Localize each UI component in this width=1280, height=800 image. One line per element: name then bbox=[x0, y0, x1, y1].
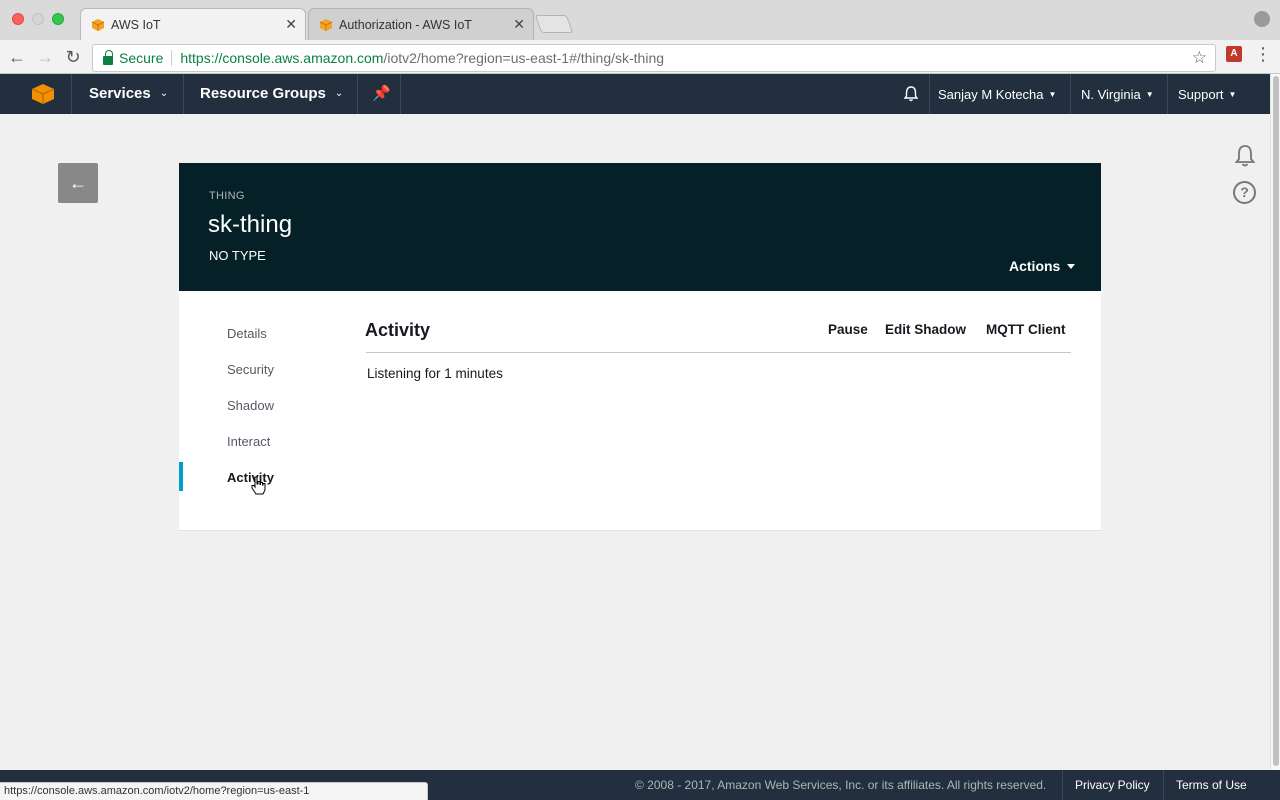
listening-status: Listening for 1 minutes bbox=[367, 366, 503, 381]
browser-tab-title: AWS IoT bbox=[111, 17, 161, 32]
actions-label: Actions bbox=[1009, 258, 1061, 274]
region-name: N. Virginia bbox=[1081, 87, 1141, 102]
support-menu[interactable]: Support ▼ bbox=[1178, 87, 1236, 102]
aws-cube-logo-icon[interactable] bbox=[31, 83, 55, 105]
thing-type-label: NO TYPE bbox=[209, 248, 266, 263]
url-path: /iotv2/home?region=us-east-1#/thing/sk-t… bbox=[383, 50, 665, 66]
section-title: Activity bbox=[365, 320, 431, 340]
region-menu[interactable]: N. Virginia ▼ bbox=[1081, 87, 1154, 102]
account-name: Sanjay M Kotecha bbox=[938, 87, 1044, 102]
window-maximize-button[interactable] bbox=[52, 13, 64, 25]
nav-divider bbox=[71, 74, 72, 114]
mqtt-client-button[interactable]: MQTT Client bbox=[986, 322, 1066, 337]
page-scrollbar[interactable] bbox=[1270, 74, 1280, 770]
close-icon[interactable]: ✕ bbox=[285, 16, 297, 33]
browser-tab-title: Authorization - AWS IoT bbox=[339, 17, 472, 32]
chevron-down-icon: ⌄ bbox=[334, 88, 344, 99]
edit-shadow-button[interactable]: Edit Shadow bbox=[885, 322, 966, 337]
thing-detail-panel: Details Security Shadow Interact Activit… bbox=[179, 291, 1101, 531]
browser-tab-aws-iot[interactable]: AWS IoT ✕ bbox=[80, 8, 306, 40]
scrollbar-thumb[interactable] bbox=[1273, 76, 1279, 766]
reload-icon[interactable]: ↻ bbox=[62, 46, 84, 68]
pdf-extension-icon[interactable]: A bbox=[1226, 46, 1242, 62]
forward-arrow-icon[interactable]: → bbox=[34, 46, 56, 68]
thing-kind-label: THING bbox=[209, 190, 245, 202]
help-icon[interactable]: ? bbox=[1233, 181, 1256, 204]
back-arrow-icon[interactable]: ← bbox=[6, 46, 28, 68]
copyright-text: © 2008 - 2017, Amazon Web Services, Inc.… bbox=[635, 778, 1047, 792]
hand-cursor-icon bbox=[251, 476, 266, 495]
browser-tab-authorization[interactable]: Authorization - AWS IoT ✕ bbox=[308, 8, 534, 40]
new-tab-button[interactable] bbox=[534, 15, 574, 33]
section-divider bbox=[366, 352, 1071, 353]
terms-of-use-link[interactable]: Terms of Use bbox=[1176, 778, 1247, 792]
nav-divider bbox=[183, 74, 184, 114]
profile-icon[interactable] bbox=[1254, 11, 1270, 27]
pin-icon[interactable]: 📌 bbox=[372, 84, 391, 102]
window-minimize-button[interactable] bbox=[32, 13, 44, 25]
side-nav-details[interactable]: Details bbox=[227, 326, 267, 341]
url-host: https://console.aws.amazon.com bbox=[180, 50, 384, 66]
browser-toolbar: ← → ↻ Secure https://console.aws.amazon.… bbox=[0, 40, 1280, 74]
pause-button[interactable]: Pause bbox=[828, 322, 868, 337]
support-label: Support bbox=[1178, 87, 1224, 102]
nav-divider bbox=[1167, 74, 1168, 114]
back-button[interactable]: ← bbox=[58, 163, 98, 203]
privacy-policy-link[interactable]: Privacy Policy bbox=[1075, 778, 1150, 792]
chevron-down-icon: ▼ bbox=[1228, 90, 1237, 99]
services-menu[interactable]: Services ⌄ bbox=[89, 85, 168, 102]
window-close-button[interactable] bbox=[12, 13, 24, 25]
secure-label: Secure bbox=[119, 50, 164, 66]
browser-menu-icon[interactable]: ⋮ bbox=[1254, 44, 1272, 65]
account-menu[interactable]: Sanjay M Kotecha ▼ bbox=[938, 87, 1056, 102]
footer-divider bbox=[1062, 770, 1063, 800]
chevron-down-icon: ▼ bbox=[1048, 90, 1057, 99]
side-nav-interact[interactable]: Interact bbox=[227, 434, 270, 449]
chevron-down-icon: ⌄ bbox=[159, 88, 169, 99]
side-nav-security[interactable]: Security bbox=[227, 362, 274, 377]
actions-dropdown[interactable]: Actions bbox=[1009, 258, 1076, 274]
chevron-down-icon: ▼ bbox=[1145, 90, 1154, 99]
aws-top-nav: Services ⌄ Resource Groups ⌄ 📌 Sanjay M … bbox=[0, 74, 1270, 114]
active-indicator bbox=[179, 462, 183, 491]
close-icon[interactable]: ✕ bbox=[513, 16, 525, 33]
resource-groups-menu[interactable]: Resource Groups ⌄ bbox=[200, 85, 343, 102]
aws-cube-favicon-icon bbox=[319, 19, 333, 31]
nav-divider bbox=[929, 74, 930, 114]
bell-icon[interactable] bbox=[1233, 143, 1257, 169]
bookmark-star-icon[interactable]: ☆ bbox=[1192, 48, 1207, 68]
notifications-bell-icon[interactable] bbox=[902, 85, 920, 103]
side-nav-shadow[interactable]: Shadow bbox=[227, 398, 274, 413]
back-arrow-icon: ← bbox=[69, 173, 87, 193]
nav-divider bbox=[1070, 74, 1071, 114]
page-title: sk-thing bbox=[208, 211, 293, 238]
resource-groups-label: Resource Groups bbox=[200, 85, 326, 102]
lock-icon bbox=[103, 49, 113, 65]
caret-down-icon bbox=[1067, 263, 1076, 269]
aws-cube-favicon-icon bbox=[91, 19, 105, 31]
thing-header: THING sk-thing NO TYPE Actions bbox=[179, 163, 1101, 291]
url-divider bbox=[171, 50, 173, 66]
link-preview-status: https://console.aws.amazon.com/iotv2/hom… bbox=[0, 782, 428, 800]
nav-divider bbox=[400, 74, 401, 114]
nav-divider bbox=[357, 74, 358, 114]
address-bar[interactable]: Secure https://console.aws.amazon.com/io… bbox=[92, 44, 1216, 72]
browser-tab-bar: AWS IoT ✕ Authorization - AWS IoT ✕ bbox=[0, 0, 1280, 40]
footer-divider bbox=[1163, 770, 1164, 800]
services-label: Services bbox=[89, 85, 151, 102]
